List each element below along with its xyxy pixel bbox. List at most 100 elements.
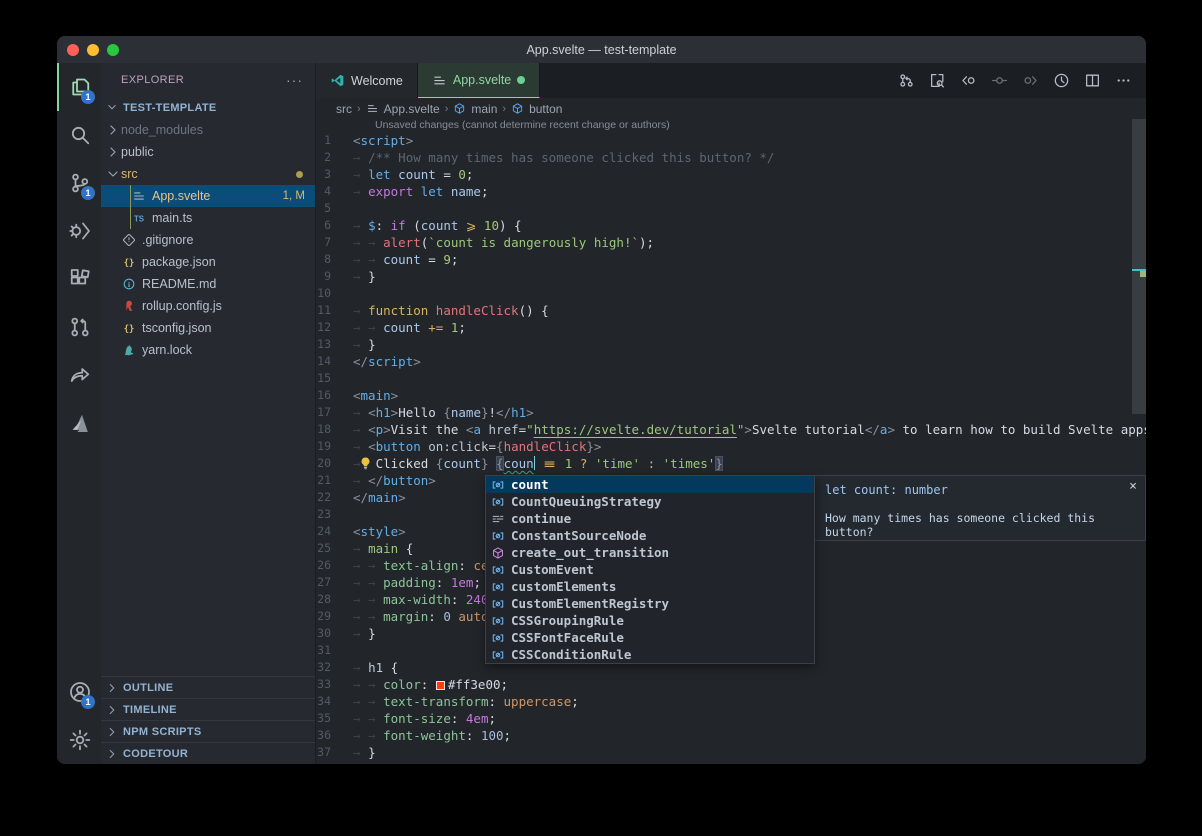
code-line-12[interactable]: 12→ → count += 1;: [316, 319, 1146, 336]
code-line-37[interactable]: 37→ }: [316, 744, 1146, 761]
suggestion-continue[interactable]: continue: [486, 510, 814, 527]
zoom-window-button[interactable]: [107, 44, 119, 56]
main-layout: 111 EXPLORER ··· TEST-TEMPLATE node_modu…: [57, 63, 1146, 764]
breadcrumb-item-src[interactable]: src: [336, 102, 352, 116]
sidebar-section-codetour[interactable]: CODETOUR: [101, 742, 315, 764]
window-title: App.svelte — test-template: [57, 43, 1146, 57]
tree-item-public[interactable]: public: [101, 141, 315, 163]
code-line-7[interactable]: 7→ → alert(`count is dangerously high!`)…: [316, 234, 1146, 251]
split-editor-icon[interactable]: [1084, 72, 1101, 89]
suggestion-constantsourcenode[interactable]: ConstantSourceNode: [486, 527, 814, 544]
code-line-14[interactable]: 14</script>: [316, 353, 1146, 370]
code-line-34[interactable]: 34→ → text-transform: uppercase;: [316, 693, 1146, 710]
code-line-15[interactable]: 15: [316, 370, 1146, 387]
code-line-8[interactable]: 8→ → count = 9;: [316, 251, 1146, 268]
lightbulb-icon[interactable]: [358, 456, 373, 471]
workspace-section-header[interactable]: TEST-TEMPLATE: [101, 97, 315, 119]
activity-bar-item-github-pull-requests[interactable]: [57, 303, 101, 351]
line-content: <script>: [353, 132, 1146, 149]
code-line-20[interactable]: 20→ Clicked {count} {coun ≡ 1 ? 'time' :…: [316, 455, 1146, 472]
minimize-window-button[interactable]: [87, 44, 99, 56]
breadcrumb-item-main[interactable]: main: [471, 102, 497, 116]
code-line-18[interactable]: 18→ <p>Visit the <a href="https://svelte…: [316, 421, 1146, 438]
activity-bar-item-live-share[interactable]: [57, 351, 101, 399]
suggestion-cssgroupingrule[interactable]: CSSGroupingRule: [486, 612, 814, 629]
next-change-icon[interactable]: [1022, 72, 1039, 89]
code-line-13[interactable]: 13→ }: [316, 336, 1146, 353]
code-line-6[interactable]: 6→ $: if (count ⩾ 10) {: [316, 217, 1146, 234]
line-content: → → count += 1;: [353, 319, 1146, 336]
code-line-33[interactable]: 33→ → color: #ff3e00;: [316, 676, 1146, 693]
title-bar[interactable]: App.svelte — test-template: [57, 36, 1146, 63]
activity-bar-item-azure[interactable]: [57, 399, 101, 447]
suggestion-customelementregistry[interactable]: CustomElementRegistry: [486, 595, 814, 612]
line-number: 18: [316, 421, 353, 438]
tree-item-tsconfig-json[interactable]: {}tsconfig.json: [101, 317, 315, 339]
tree-item--gitignore[interactable]: .gitignore: [101, 229, 315, 251]
activity-bar-item-extensions[interactable]: [57, 255, 101, 303]
editor-scrollbar[interactable]: [1132, 119, 1146, 414]
activity-bar-item-accounts[interactable]: 1: [57, 668, 101, 716]
file-history-icon[interactable]: [1053, 72, 1070, 89]
close-icon[interactable]: ×: [1129, 479, 1137, 494]
more-actions-icon[interactable]: [1115, 72, 1132, 89]
sidebar-more-icon[interactable]: ···: [286, 72, 303, 88]
rollup-file-icon: [121, 298, 137, 314]
sidebar-section-timeline[interactable]: TIMELINE: [101, 698, 315, 720]
suggestion-create_out_transition[interactable]: create_out_transition: [486, 544, 814, 561]
code-line-11[interactable]: 11→ function handleClick() {: [316, 302, 1146, 319]
suggestion-label: CustomElementRegistry: [511, 596, 669, 611]
line-content: → /** How many times has someone clicked…: [353, 149, 1146, 166]
live-share-icon: [68, 363, 92, 387]
suggestion-count[interactable]: count: [486, 476, 814, 493]
code-line-1[interactable]: 1<script>: [316, 132, 1146, 149]
breadcrumb-item-app-svelte[interactable]: App.svelte: [384, 102, 440, 116]
current-change-icon[interactable]: [991, 72, 1008, 89]
code-line-17[interactable]: 17→ <h1>Hello {name}!</h1>: [316, 404, 1146, 421]
breadcrumb-item-button[interactable]: button: [529, 102, 562, 116]
activity-bar-item-source-control[interactable]: 1: [57, 159, 101, 207]
suggestion-customelements[interactable]: customElements: [486, 578, 814, 595]
code-line-36[interactable]: 36→ → font-weight: 100;: [316, 727, 1146, 744]
activity-bar-item-run-and-debug[interactable]: [57, 207, 101, 255]
editor-group: WelcomeApp.svelte src›App.svelte›main›bu…: [316, 63, 1146, 764]
tree-item-src[interactable]: src: [101, 163, 315, 185]
suggestion-customevent[interactable]: CustomEvent: [486, 561, 814, 578]
tab-app-svelte[interactable]: App.svelte: [418, 63, 540, 98]
suggestion-cssfontfacerule[interactable]: CSSFontFaceRule: [486, 629, 814, 646]
section-label: NPM SCRIPTS: [123, 726, 201, 738]
previous-change-icon[interactable]: [960, 72, 977, 89]
tree-item-rollup-config-js[interactable]: rollup.config.js: [101, 295, 315, 317]
suggestion-countqueuingstrategy[interactable]: CountQueuingStrategy: [486, 493, 814, 510]
activity-bar-item-settings[interactable]: [57, 716, 101, 764]
tree-item-main-ts[interactable]: TSmain.ts: [101, 207, 315, 229]
code-line-9[interactable]: 9→ }: [316, 268, 1146, 285]
breadcrumb[interactable]: src›App.svelte›main›button: [316, 98, 1146, 119]
tree-item-package-json[interactable]: {}package.json: [101, 251, 315, 273]
code-line-3[interactable]: 3→ let count = 0;: [316, 166, 1146, 183]
code-line-19[interactable]: 19→ <button on:click={handleClick}>: [316, 438, 1146, 455]
code-line-5[interactable]: 5: [316, 200, 1146, 217]
tree-item-node-modules[interactable]: node_modules: [101, 119, 315, 141]
code-line-10[interactable]: 10: [316, 285, 1146, 302]
code-line-2[interactable]: 2→ /** How many times has someone clicke…: [316, 149, 1146, 166]
suggestion-cssconditionrule[interactable]: CSSConditionRule: [486, 646, 814, 663]
tree-item-readme-md[interactable]: iREADME.md: [101, 273, 315, 295]
activity-bar-item-explorer[interactable]: 1: [57, 63, 101, 111]
gitlens-compare-icon[interactable]: [898, 72, 915, 89]
close-window-button[interactable]: [67, 44, 79, 56]
code-line-35[interactable]: 35→ → font-size: 4em;: [316, 710, 1146, 727]
open-changes-icon[interactable]: [929, 72, 946, 89]
tree-item-app-svelte[interactable]: App.svelte1, M: [101, 185, 315, 207]
code-editor[interactable]: Unsaved changes (cannot determine recent…: [316, 119, 1146, 764]
code-line-4[interactable]: 4→ export let name;: [316, 183, 1146, 200]
tab-welcome[interactable]: Welcome: [316, 63, 418, 98]
sidebar-section-npm-scripts[interactable]: NPM SCRIPTS: [101, 720, 315, 742]
tree-item-label: main.ts: [152, 211, 315, 225]
sidebar-section-outline[interactable]: OUTLINE: [101, 676, 315, 698]
cube-icon: [511, 102, 524, 115]
tree-item-yarn-lock[interactable]: yarn.lock: [101, 339, 315, 361]
activity-bar-item-search[interactable]: [57, 111, 101, 159]
symbol-variable-icon: [490, 562, 505, 577]
code-line-16[interactable]: 16<main>: [316, 387, 1146, 404]
